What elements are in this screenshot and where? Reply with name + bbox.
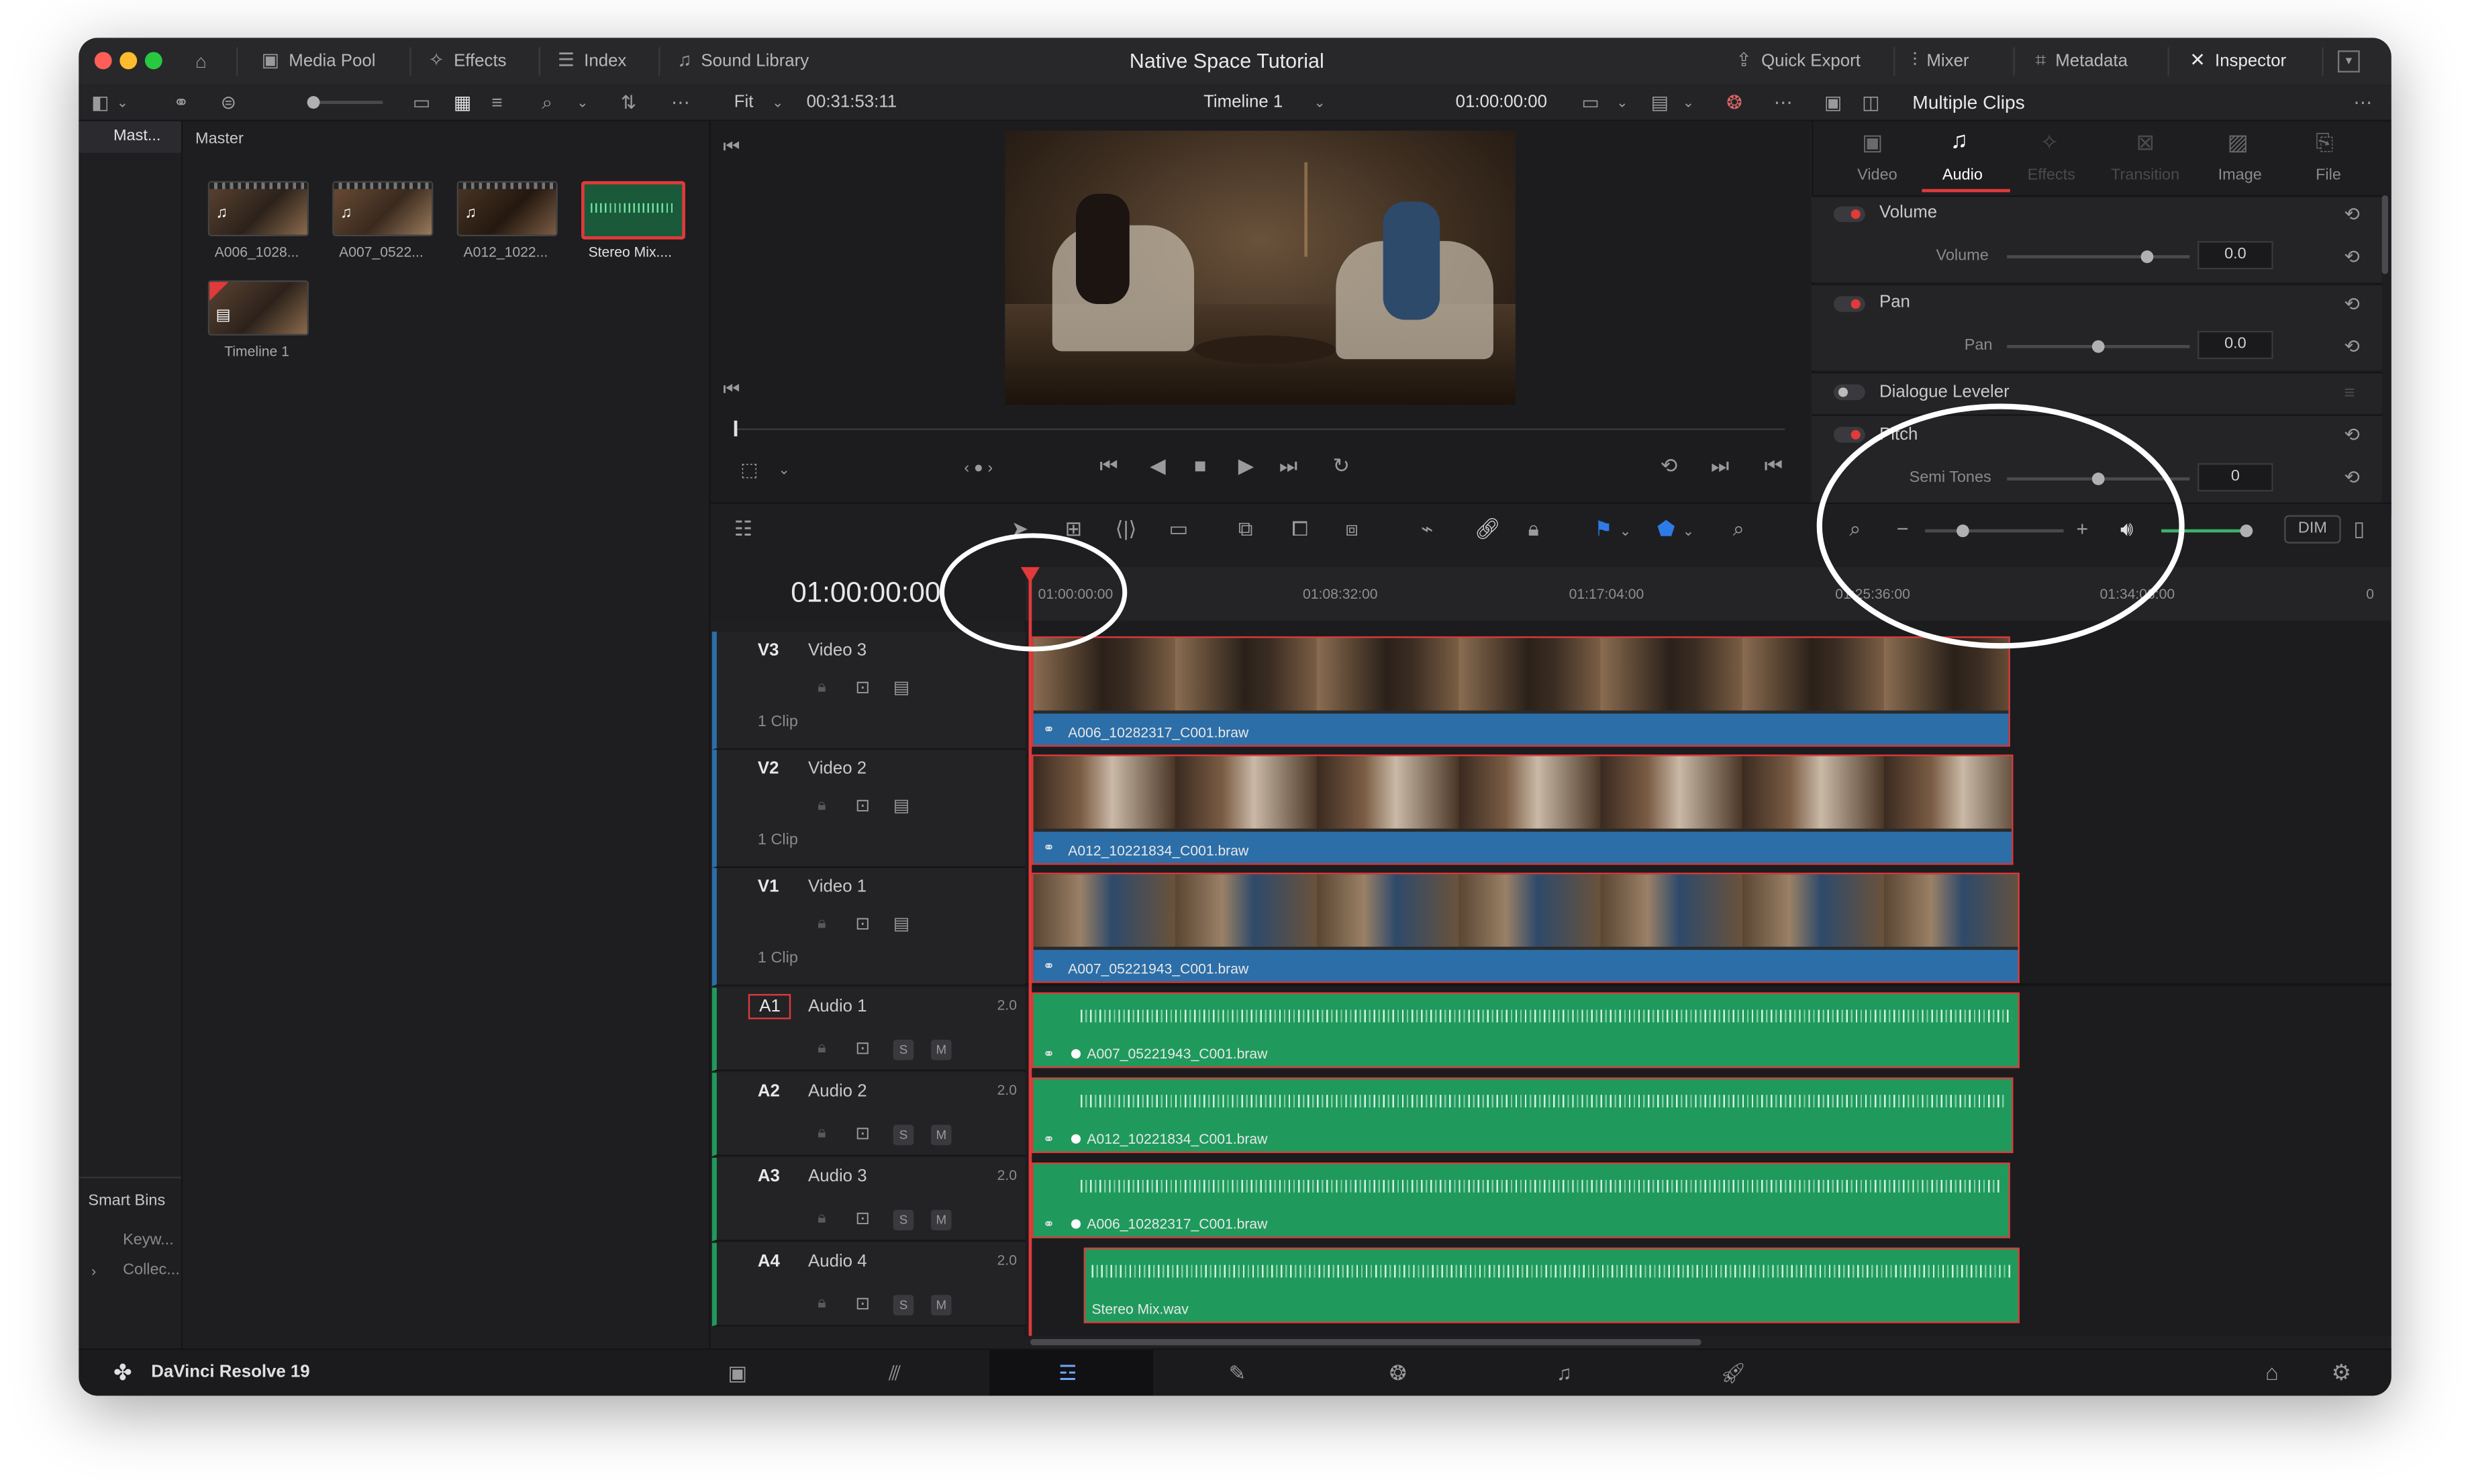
annotation-overlay — [939, 403, 2185, 652]
resolve-window: ⌂ ▣ Media Pool ✧ Effects ☰ Index ♫ Sound Lib… — [79, 38, 2391, 1396]
annotation-circle-pitch — [1816, 403, 2185, 649]
annotation-circle-timecode — [939, 533, 1128, 652]
